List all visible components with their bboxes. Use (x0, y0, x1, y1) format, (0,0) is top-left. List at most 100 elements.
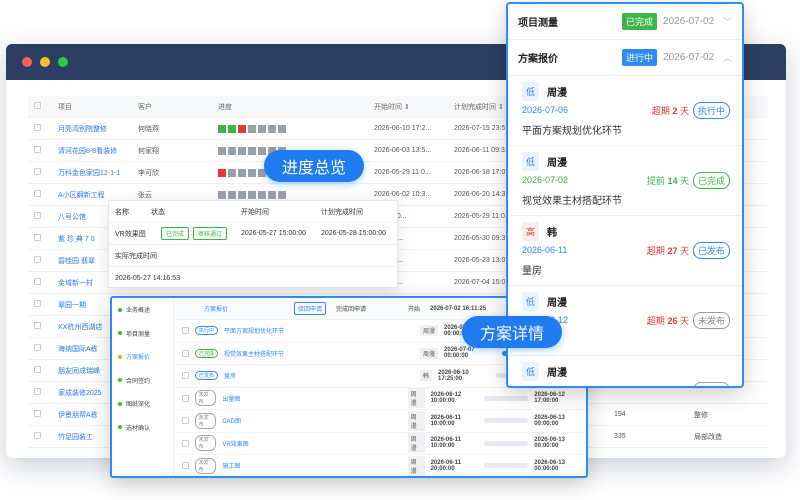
project-name-link[interactable]: A小区翻新工程 (50, 190, 130, 200)
progress-square (218, 168, 226, 177)
close-window-button[interactable] (22, 57, 32, 67)
row-checkbox-cell (28, 366, 50, 375)
row-checkbox-cell (28, 322, 50, 331)
row-checkbox[interactable] (34, 388, 41, 395)
client-name: 李可欣 (138, 169, 159, 177)
task-date: 2026-06-10 17:25:00 (438, 369, 469, 382)
plan-tab[interactable]: 方案报价 (204, 304, 284, 313)
task-name-link[interactable]: 量房 (224, 371, 354, 380)
task-name-link[interactable]: 平面方案规划优化环节 (224, 326, 354, 335)
task-status-badge: 执行中 (195, 326, 219, 336)
assignee-name: 周漫 (547, 157, 568, 169)
row-checkbox[interactable] (34, 256, 41, 263)
start-time: 2026-06-02 10:3... (374, 191, 432, 198)
task-card[interactable]: 低周漫 2026-07-02 提前 14 天已完成 视觉效果主材搭配环节 (508, 146, 742, 216)
task-checkbox[interactable] (182, 372, 189, 380)
select-all-checkbox[interactable] (34, 102, 41, 109)
progress-square (268, 124, 276, 133)
overdue-indicator: 超期 26 天 (647, 314, 689, 327)
row-checkbox[interactable] (34, 344, 41, 351)
project-name-link[interactable]: 月亮湾别院整修 (50, 124, 130, 134)
progress-square (218, 190, 226, 199)
extra-type: 局部改造 (694, 433, 722, 441)
row-checkbox[interactable] (34, 322, 41, 329)
header-start-time[interactable]: 开始时间 ⇕ (366, 102, 446, 112)
stage-sidebar: 业务概述 项目测量 方案报价 合同签约 图纸深化 选材确认 (112, 298, 174, 476)
task-card[interactable]: 高韩 2026-06-11 超期 27 天已发布 量房 (508, 216, 742, 286)
stage-sidebar-item[interactable]: 选材确认 (112, 416, 173, 440)
task-name-link[interactable]: 施工图 (222, 461, 341, 470)
minimize-window-button[interactable] (40, 57, 50, 67)
task-card-top: 高韩 (522, 221, 730, 241)
start-time: 2026-05-29 11:0... (374, 169, 431, 176)
row-checkbox[interactable] (34, 124, 41, 131)
task-status-pill: 已完成 (692, 171, 730, 189)
priority-badge: 高 (522, 221, 540, 241)
plan-detail-callout: 方案详情 (462, 316, 563, 348)
chevron-down-icon[interactable]: ﹀ (723, 15, 732, 28)
task-checkbox[interactable] (182, 327, 189, 335)
section-quote[interactable]: 方案报价 进行中 2026-07-02 ︿ (508, 40, 742, 76)
stage-sidebar-item[interactable]: 方案报价 (112, 345, 173, 369)
stage: 项目 客户 进度 开始时间 ⇕ 计划完成时间 ⇕ 月亮湾别院整修 何晓燕 2026-… (0, 0, 800, 500)
row-checkbox[interactable] (34, 432, 41, 439)
project-name-link[interactable]: 万科金色家园12-1-1 (50, 168, 130, 178)
row-checkbox-cell (28, 234, 50, 243)
row-checkbox-cell (28, 256, 50, 265)
task-status-badge: 未发布 (194, 390, 217, 407)
row-checkbox[interactable] (34, 300, 41, 307)
plan-task-row[interactable]: 未发布 出量图 周漫 2026-06-12 10:00:00 2026-06-12 17… (174, 388, 586, 410)
task-name-link[interactable]: 出量图 (222, 394, 341, 403)
task-end-date: 2026-06-13 00:00:00 (534, 437, 565, 450)
section-measure[interactable]: 项目测量 已完成 2026-07-02 ﹀ (508, 4, 742, 40)
task-card-top: 低周漫 (522, 81, 730, 101)
task-owner-tag: 周漫 (407, 455, 425, 476)
section-quote-date: 2026-07-02 (663, 52, 715, 63)
progress-square (228, 124, 236, 133)
stage-sidebar-item[interactable]: 项目测量 (112, 322, 173, 346)
progress-square (248, 168, 256, 177)
stage-sidebar-item[interactable]: 业务概述 (112, 298, 173, 322)
stage-sidebar-item[interactable]: 合同签约 (112, 369, 173, 393)
stage-sidebar-item[interactable]: 图纸深化 (112, 392, 173, 416)
row-checkbox[interactable] (34, 234, 41, 241)
reject-request-button[interactable]: 驳回申请 (294, 302, 327, 315)
priority-badge: 低 (522, 151, 540, 171)
task-checkbox[interactable] (182, 417, 189, 425)
row-checkbox[interactable] (34, 190, 41, 197)
task-status-badge: 已完成 (195, 348, 219, 358)
task-checkbox[interactable] (182, 439, 189, 447)
row-checkbox[interactable] (34, 278, 41, 285)
task-name-link[interactable]: 视觉效果主材搭配环节 (224, 349, 354, 358)
chevron-up-icon[interactable]: ︿ (723, 51, 732, 64)
due-date: 2026-06-13 (522, 385, 642, 386)
plan-task-row[interactable]: 未发布 施工图 周漫 2026-06-11 20:00:00 2026-06-13 00… (174, 455, 586, 476)
detail-done-label: 实际完成时间 (115, 252, 157, 260)
plan-task-row[interactable]: 未发布 VR效果图 周漫 2026-06-11 10:00:00 2026-06-13 … (174, 433, 586, 455)
assignee-name: 周漫 (547, 297, 568, 309)
maximize-window-button[interactable] (58, 57, 68, 67)
plan-task-row[interactable]: 未发布 CAD图 周漫 2026-06-11 10:00:00 2026-06-13 0… (174, 410, 586, 433)
task-card[interactable]: 低周漫 2026-06-13 超期 25 天未发布 (508, 356, 742, 386)
progress-square (218, 146, 226, 155)
section-measure-badge: 已完成 (622, 13, 658, 30)
client-name: 何晓燕 (138, 125, 159, 133)
progress-square (278, 124, 286, 133)
row-checkbox[interactable] (34, 168, 41, 175)
progress-square (258, 190, 266, 199)
project-name-link[interactable]: 清河花园8-8看装修 (50, 146, 130, 156)
task-checkbox[interactable] (182, 349, 189, 357)
row-checkbox[interactable] (34, 410, 41, 417)
section-measure-title: 项目测量 (518, 18, 558, 29)
task-checkbox[interactable] (182, 394, 189, 402)
detail-plan: 2026-05-28 15:00:00 (321, 230, 386, 237)
row-checkbox[interactable] (34, 212, 41, 219)
row-checkbox[interactable] (34, 146, 41, 153)
assignee-name: 周漫 (547, 87, 568, 99)
task-name-link[interactable]: VR效果图 (222, 439, 341, 448)
complete-request-button[interactable]: 完成回申请 (336, 304, 398, 313)
task-name-link[interactable]: CAD图 (222, 416, 341, 425)
task-checkbox[interactable] (182, 462, 189, 470)
row-checkbox[interactable] (34, 366, 41, 373)
task-card[interactable]: 低周漫 2026-07-06 超期 2 天执行中 平面方案规划优化环节 (508, 76, 742, 146)
